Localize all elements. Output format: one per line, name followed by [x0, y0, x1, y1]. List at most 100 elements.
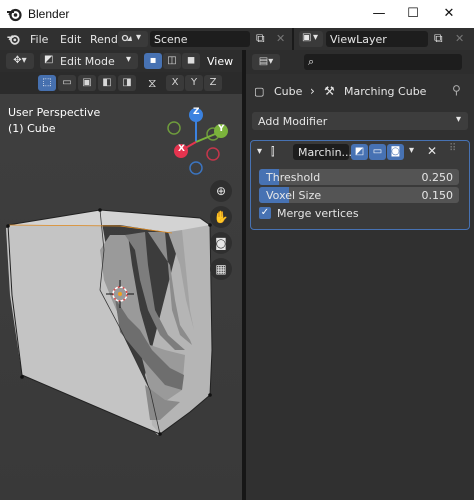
edge-select-icon: ◫: [167, 55, 177, 66]
monitor-icon: ▭: [372, 146, 383, 157]
edge-select-button[interactable]: ◫: [163, 53, 181, 69]
threshold-label: Threshold: [266, 171, 321, 184]
viewport-toggle-button[interactable]: ▭: [369, 144, 386, 160]
select-subtract-button[interactable]: ◧: [98, 75, 116, 91]
properties-breadcrumb: ▢ Cube › ⚒ Marching Cube ⚲: [246, 74, 474, 110]
mirror-y-button[interactable]: Y: [185, 75, 203, 91]
menu-edit[interactable]: Edit: [60, 33, 81, 46]
gizmo-z-label: Z: [193, 107, 200, 117]
vertex-select-icon: ▪: [149, 55, 157, 66]
hand-icon: ✋: [213, 210, 229, 224]
gizmo-y-label: Y: [218, 124, 225, 134]
checkmark-icon: ✓: [260, 207, 270, 218]
view-menu[interactable]: View: [207, 55, 233, 68]
properties-editor-type-button[interactable]: ▤▾: [252, 54, 280, 70]
maximize-button[interactable]: ☐: [402, 4, 424, 24]
select-box-button[interactable]: ⬚: [38, 75, 56, 91]
menu-render[interactable]: Rend: [90, 33, 118, 46]
copy-view-layer-icon[interactable]: ⧉: [434, 31, 443, 46]
select-box-icon: ⬚: [42, 77, 52, 88]
mode-selector[interactable]: ◩ Edit Mode ▾: [40, 53, 138, 69]
chevron-right-icon: ›: [310, 84, 315, 98]
blender-menu-icon[interactable]: [6, 32, 21, 46]
voxel-size-label: Voxel Size: [266, 189, 322, 202]
minimize-button[interactable]: —: [368, 4, 390, 24]
view-layer-name-field[interactable]: ViewLayer: [326, 31, 428, 47]
breadcrumb-object: Cube: [274, 85, 303, 98]
close-window-button[interactable]: ✕: [438, 4, 460, 24]
viewport-tool-header: ⬚ ▭ ▣ ◧ ◨ ⧖ X Y Z: [0, 72, 242, 94]
copy-scene-icon[interactable]: ⧉: [256, 31, 265, 46]
select-extend-button[interactable]: ▣: [78, 75, 96, 91]
mode-label: Edit Mode: [60, 55, 115, 68]
perspective-toggle-button[interactable]: ▦: [210, 258, 232, 280]
vertex-select-button[interactable]: ▪: [144, 53, 162, 69]
search-icon: ⌕: [308, 55, 315, 68]
scene-browse-button[interactable]: ▾: [118, 31, 148, 47]
modifier-name-field[interactable]: Marchin...: [293, 144, 353, 160]
collapse-chevron-icon[interactable]: ▾: [257, 146, 262, 157]
view-layer-browse-button[interactable]: ▣ ▾: [299, 31, 323, 47]
select-new-icon: ▭: [62, 77, 72, 88]
modifier-menu-chevron-icon[interactable]: ▾: [409, 145, 414, 156]
remove-scene-icon[interactable]: ✕: [276, 32, 285, 45]
remove-view-layer-icon[interactable]: ✕: [455, 32, 464, 45]
menu-file[interactable]: File: [30, 33, 48, 46]
editor-type-button[interactable]: ✥▾: [6, 53, 34, 69]
pin-icon[interactable]: ⚲: [452, 83, 461, 97]
chevron-down-icon: ▾: [268, 56, 274, 67]
scene-name-field[interactable]: Scene: [150, 31, 250, 47]
viewport-perspective-label: User Perspective: [8, 106, 101, 119]
face-select-button[interactable]: ◼: [182, 53, 200, 69]
3d-viewport[interactable]: ✥▾ ◩ Edit Mode ▾ ▪ ◫ ◼ View ⬚ ▭ ▣ ◧ ◨ ⧖ …: [0, 50, 242, 500]
add-modifier-label: Add Modifier: [258, 115, 328, 128]
edit-mode-toggle-button[interactable]: ◩: [351, 144, 368, 160]
add-modifier-button[interactable]: Add Modifier ▾: [252, 112, 468, 130]
drag-handle-icon[interactable]: ⠿: [449, 143, 456, 154]
properties-editor: ▤▾ ⌕ ▢ Cube › ⚒ Marching Cube ⚲ Add Modi…: [246, 50, 474, 500]
blender-logo-icon: [7, 8, 22, 22]
mesh-object-icon: ▢: [254, 85, 265, 98]
select-new-button[interactable]: ▭: [58, 75, 76, 91]
edit-mode-icon: ◩: [44, 54, 54, 65]
chevron-down-icon: ▾: [126, 54, 132, 65]
chevron-down-icon: ▾: [313, 32, 319, 43]
voxel-size-slider[interactable]: Voxel Size 0.150: [259, 187, 459, 203]
move-icon: ✥: [13, 55, 22, 66]
menubar-divider: [292, 28, 294, 50]
mirror-z-button[interactable]: Z: [204, 75, 222, 91]
properties-search-input[interactable]: ⌕: [304, 54, 462, 70]
viewport-header: ✥▾ ◩ Edit Mode ▾ ▪ ◫ ◼ View: [0, 50, 242, 72]
zoom-icon: ⊕: [215, 184, 227, 198]
mirror-x-label: X: [171, 77, 179, 88]
select-subtract-icon: ◧: [102, 77, 112, 88]
window-title: Blender: [28, 7, 70, 21]
mirror-z-label: Z: [209, 77, 217, 88]
view-layer-icon: ▣: [302, 32, 312, 43]
zoom-button[interactable]: ⊕: [210, 180, 232, 202]
merge-vertices-label: Merge vertices: [277, 207, 359, 220]
mirror-x-button[interactable]: X: [166, 75, 184, 91]
wrench-icon: ⚒: [324, 84, 335, 98]
modifier-name: Marchin...: [298, 146, 353, 159]
pan-button[interactable]: ✋: [210, 206, 232, 228]
chevron-down-icon: ▾: [21, 55, 27, 66]
chevron-down-icon: ▾: [456, 114, 462, 125]
camera-view-button[interactable]: ◙: [210, 232, 232, 254]
camera-icon: ◙: [215, 236, 227, 250]
select-intersect-icon: ◨: [122, 77, 132, 88]
gizmo-x-label: X: [178, 144, 185, 154]
properties-icon: ▤: [258, 56, 269, 67]
threshold-value: 0.250: [421, 171, 454, 184]
edit-mode-icon: ◩: [354, 146, 365, 157]
threshold-slider[interactable]: Threshold 0.250: [259, 169, 459, 185]
camera-icon: ◙: [390, 146, 401, 157]
face-select-icon: ◼: [186, 55, 196, 66]
scene-icon: [121, 34, 132, 42]
mirror-icon[interactable]: ⧖: [148, 76, 156, 91]
voxel-size-value: 0.150: [421, 189, 454, 202]
render-toggle-button[interactable]: ◙: [387, 144, 404, 160]
remove-modifier-icon[interactable]: ✕: [427, 144, 437, 158]
merge-vertices-checkbox[interactable]: ✓: [259, 207, 271, 219]
select-intersect-button[interactable]: ◨: [118, 75, 136, 91]
